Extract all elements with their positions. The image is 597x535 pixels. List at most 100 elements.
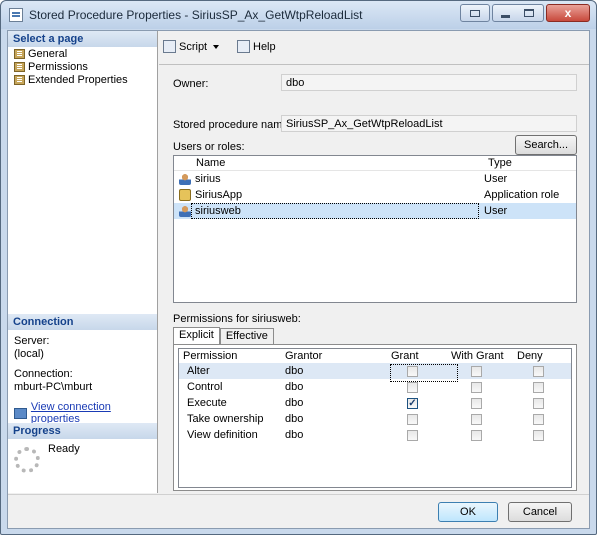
progress-section: Progress Ready bbox=[8, 423, 157, 473]
server-value: (local) bbox=[14, 348, 44, 360]
restore-small-button[interactable] bbox=[460, 4, 490, 22]
users-grid-header: Name Type bbox=[174, 156, 576, 171]
permission-row[interactable]: Control dbo bbox=[179, 379, 571, 395]
app-role-icon bbox=[179, 189, 191, 201]
right-pane: Script Help Owner: dbo Stored procedure … bbox=[159, 31, 589, 493]
minimize-icon bbox=[501, 15, 510, 18]
dialog-footer: OK Cancel bbox=[8, 494, 589, 528]
server-label: Server: bbox=[14, 335, 50, 347]
toolbar: Script Help bbox=[159, 31, 589, 61]
toolbar-divider bbox=[159, 64, 589, 65]
connection-label: Connection: bbox=[14, 368, 73, 380]
permissions-grid-header: Permission Grantor Grant With Grant Deny bbox=[179, 349, 571, 363]
progress-status: Ready bbox=[48, 443, 80, 455]
col-permission[interactable]: Permission bbox=[183, 350, 237, 362]
tab-effective[interactable]: Effective bbox=[219, 328, 274, 344]
sp-name-field[interactable]: SiriusSP_Ax_GetWtpReloadList bbox=[281, 115, 577, 132]
user-row[interactable]: sirius User bbox=[174, 171, 576, 187]
page-icon bbox=[14, 48, 25, 59]
grant-checkbox[interactable] bbox=[407, 430, 418, 441]
with-grant-checkbox[interactable] bbox=[471, 398, 482, 409]
permissions-rows: Alter dbo Control dbo Execute dbo ✓ Take owners… bbox=[179, 363, 571, 443]
min-max-button[interactable] bbox=[492, 4, 544, 22]
user-row-selected[interactable]: siriusweb User bbox=[174, 203, 576, 219]
search-button[interactable]: Search... bbox=[515, 135, 577, 155]
help-icon bbox=[237, 40, 250, 53]
col-deny[interactable]: Deny bbox=[517, 350, 543, 362]
user-name: sirius bbox=[195, 173, 221, 185]
user-row[interactable]: SiriusApp Application role bbox=[174, 187, 576, 203]
caption-buttons: x bbox=[460, 4, 590, 24]
page-extended-properties[interactable]: Extended Properties bbox=[8, 73, 157, 86]
select-page-header: Select a page bbox=[8, 31, 157, 47]
grant-checkbox[interactable] bbox=[407, 414, 418, 425]
with-grant-checkbox[interactable] bbox=[471, 414, 482, 425]
col-grant[interactable]: Grant bbox=[391, 350, 419, 362]
grant-checkbox[interactable]: ✓ bbox=[407, 398, 418, 409]
page-label: General bbox=[28, 47, 68, 60]
page-general[interactable]: General bbox=[8, 47, 157, 60]
permission-grantor: dbo bbox=[285, 429, 304, 441]
deny-checkbox[interactable] bbox=[533, 398, 544, 409]
permissions-tabs: Explicit Effective bbox=[173, 327, 274, 345]
cancel-button[interactable]: Cancel bbox=[508, 502, 572, 522]
dialog-icon bbox=[9, 8, 23, 22]
with-grant-checkbox[interactable] bbox=[471, 430, 482, 441]
deny-checkbox[interactable] bbox=[533, 414, 544, 425]
maximize-icon bbox=[524, 9, 534, 17]
page-label: Extended Properties bbox=[28, 73, 128, 86]
grant-checkbox[interactable] bbox=[407, 366, 418, 377]
permission-grantor: dbo bbox=[285, 397, 304, 409]
connection-header: Connection bbox=[8, 314, 157, 330]
permission-row[interactable]: Alter dbo bbox=[179, 363, 571, 382]
close-button[interactable]: x bbox=[546, 4, 590, 22]
sp-name-label: Stored procedure name: bbox=[173, 119, 292, 131]
user-icon bbox=[179, 173, 191, 185]
permission-grantor: dbo bbox=[285, 365, 304, 377]
page-icon bbox=[14, 74, 25, 85]
permission-row[interactable]: Execute dbo ✓ bbox=[179, 395, 571, 411]
script-icon bbox=[163, 40, 176, 53]
left-pane: Select a page General Permissions Extend… bbox=[8, 31, 158, 493]
connection-section: Connection Server: (local) Connection: m… bbox=[8, 314, 157, 431]
ok-button[interactable]: OK bbox=[438, 502, 498, 522]
permissions-grid: Permission Grantor Grant With Grant Deny… bbox=[178, 348, 572, 488]
close-icon: x bbox=[564, 6, 572, 20]
with-grant-checkbox[interactable] bbox=[471, 366, 482, 377]
user-type: User bbox=[484, 205, 508, 217]
permissions-panel: Permission Grantor Grant With Grant Deny… bbox=[173, 344, 577, 491]
col-grantor[interactable]: Grantor bbox=[285, 350, 322, 362]
col-with-grant[interactable]: With Grant bbox=[451, 350, 504, 362]
users-grid: Name Type sirius User SiriusApp Applicat… bbox=[173, 155, 577, 303]
script-button[interactable]: Script bbox=[163, 40, 220, 53]
permission-name: View definition bbox=[187, 429, 258, 441]
permission-row[interactable]: Take ownership dbo bbox=[179, 411, 571, 427]
owner-field[interactable]: dbo bbox=[281, 74, 577, 91]
permission-name: Take ownership bbox=[187, 413, 264, 425]
progress-header: Progress bbox=[8, 423, 157, 439]
user-type: Application role bbox=[484, 189, 560, 201]
col-type[interactable]: Type bbox=[484, 156, 516, 170]
help-button[interactable]: Help bbox=[237, 40, 276, 53]
deny-checkbox[interactable] bbox=[533, 366, 544, 377]
help-label: Help bbox=[253, 40, 276, 53]
permission-name: Control bbox=[187, 381, 223, 393]
view-connection-properties-link[interactable]: View connection properties bbox=[31, 401, 151, 425]
grant-checkbox[interactable] bbox=[407, 382, 418, 393]
chevron-down-icon[interactable] bbox=[213, 44, 220, 49]
permission-row[interactable]: View definition dbo bbox=[179, 427, 571, 443]
window-title: Stored Procedure Properties - SiriusSP_A… bbox=[29, 8, 363, 22]
col-name[interactable]: Name bbox=[174, 156, 484, 170]
page-permissions[interactable]: Permissions bbox=[8, 60, 157, 73]
page-label: Permissions bbox=[28, 60, 88, 73]
permissions-label: Permissions for siriusweb: bbox=[173, 313, 301, 325]
progress-spinner-icon bbox=[14, 447, 40, 473]
permission-name: Execute bbox=[187, 397, 227, 409]
deny-checkbox[interactable] bbox=[533, 430, 544, 441]
user-icon bbox=[179, 205, 191, 217]
with-grant-checkbox[interactable] bbox=[471, 382, 482, 393]
deny-checkbox[interactable] bbox=[533, 382, 544, 393]
tab-explicit[interactable]: Explicit bbox=[173, 327, 220, 344]
permission-grantor: dbo bbox=[285, 381, 304, 393]
title-bar[interactable]: Stored Procedure Properties - SiriusSP_A… bbox=[1, 1, 596, 29]
